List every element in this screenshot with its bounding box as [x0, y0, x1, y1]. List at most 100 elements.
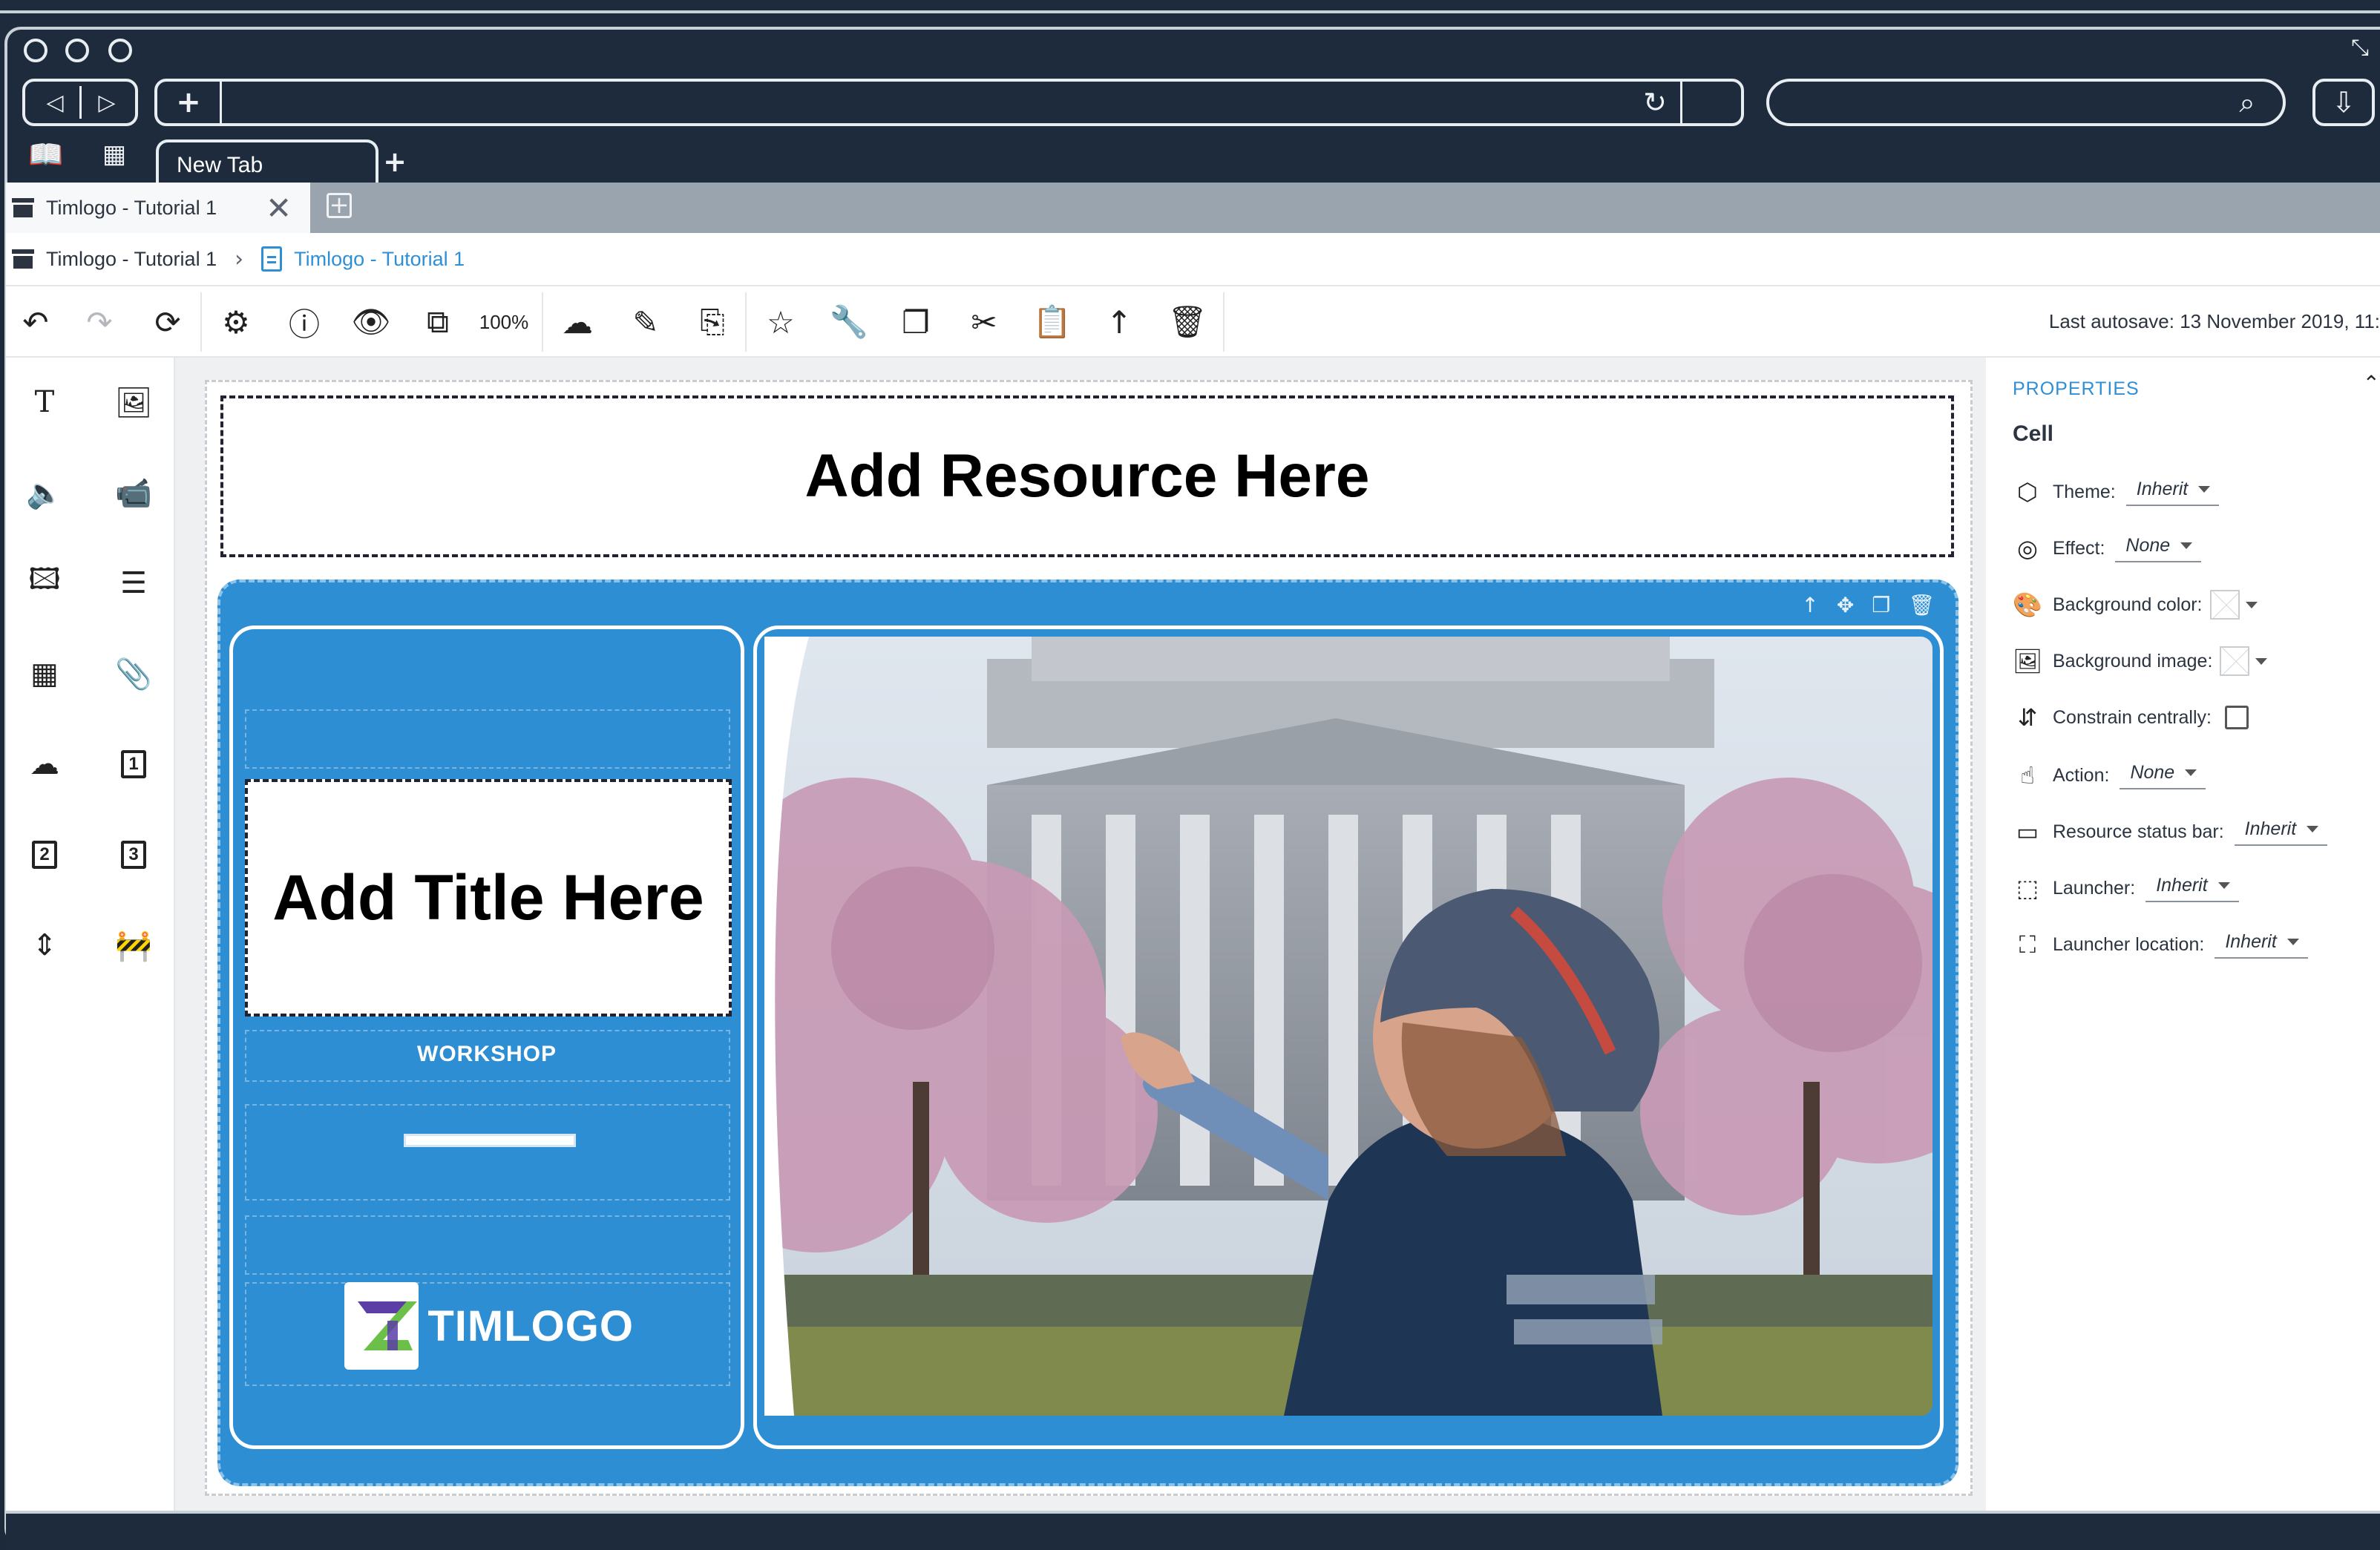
browser-tab-new-tab[interactable]: New Tab	[156, 139, 378, 183]
undo-icon[interactable]: ↶	[6, 286, 65, 358]
launcher-location-select[interactable]: Inherit	[2215, 931, 2308, 959]
attachment-widget-icon[interactable]: 📎	[110, 650, 157, 697]
theme-select[interactable]: Inherit	[2125, 479, 2220, 506]
address-bar[interactable]	[154, 79, 1744, 126]
toolbar-divider	[1223, 292, 1225, 352]
delete-trash-icon[interactable]: 🗑	[1158, 286, 1217, 358]
left-column[interactable]: Add Title Here WORKSHOP TIMLOGO	[229, 625, 744, 1449]
cube-icon: ⬡	[2017, 478, 2038, 506]
resource-status-bar-select[interactable]: Inherit	[2234, 818, 2328, 846]
layout-two-icon[interactable]: 2	[21, 831, 68, 879]
action-select[interactable]: None	[2120, 762, 2206, 789]
timlogo-logo[interactable]: TIMLOGO	[344, 1282, 634, 1370]
move-up-icon[interactable]: ↑	[1801, 593, 1818, 617]
right-column[interactable]	[753, 625, 1944, 1449]
theme-row: ⬡ Theme: Inherit	[2013, 473, 2220, 510]
child-pointing-photo	[764, 637, 1932, 1416]
launcher-select[interactable]: Inherit	[2145, 875, 2239, 902]
new-tab-plus-icon[interactable]: +	[159, 82, 218, 123]
timlogo-mark	[344, 1282, 419, 1370]
app-tab-timlogo[interactable]: Timlogo - Tutorial 1	[6, 183, 310, 233]
add-resource-dropzone[interactable]: Add Resource Here	[220, 395, 1954, 557]
add-title-label: Add Title Here	[272, 861, 704, 933]
edit-pencil-icon[interactable]: ✎	[616, 286, 675, 358]
fullscreen-icon[interactable]: ⤡	[2345, 33, 2375, 62]
text-widget-icon[interactable]: T	[21, 378, 68, 426]
list-widget-icon[interactable]: ☰	[110, 559, 157, 607]
window-close-button[interactable]	[24, 39, 47, 62]
settings-box-icon[interactable]: ⚙	[206, 286, 266, 358]
chevron-down-icon[interactable]	[2245, 601, 2258, 608]
star-icon[interactable]: ☆	[751, 286, 810, 358]
zoom-level[interactable]: 100%	[471, 286, 537, 358]
search-field[interactable]	[1766, 79, 2286, 126]
refresh-icon[interactable]: ⟳	[138, 286, 197, 358]
cell-controls: ↑ ✥ ❐ 🗑	[1801, 593, 1935, 617]
copy-icon[interactable]: ❐	[886, 286, 945, 358]
cloud-upload-icon[interactable]: ☁	[548, 286, 607, 358]
layout-pages-icon[interactable]: ⧉	[408, 286, 468, 358]
guide-box	[245, 1030, 730, 1082]
launcher-label: Launcher:	[2053, 877, 2136, 899]
editor-toolbar: ↶ ↷ ⟳ ⚙ ⓘ 👁 ⧉ 100% ☁ ✎ ⎘ ☆ 🔧 ❐ ✂ 📋 ↑ 🗑 L…	[6, 286, 2380, 358]
cloud-download-widget-icon[interactable]: ☁	[21, 740, 68, 788]
launcher-location-row: ⛶ Launcher location: Inherit	[2013, 926, 2308, 963]
spacer-widget-icon[interactable]: ⇕	[21, 922, 68, 969]
toolbar-divider	[542, 292, 543, 352]
wrench-icon[interactable]: 🔧	[819, 286, 879, 358]
window-zoom-button[interactable]	[108, 39, 132, 62]
image-icon: 🖼	[2012, 647, 2043, 675]
apps-grid-icon[interactable]: ▦	[92, 138, 137, 171]
paste-clipboard-icon[interactable]: 📋	[1023, 286, 1082, 358]
add-tab-icon[interactable]: +	[378, 145, 411, 178]
address-divider	[220, 82, 222, 123]
collapse-chevron-icon[interactable]: ⌃	[2363, 371, 2380, 395]
layout-one-icon[interactable]: 1	[110, 740, 157, 788]
cut-scissors-icon[interactable]: ✂	[954, 286, 1014, 358]
calculator-widget-icon[interactable]: ▦	[21, 650, 68, 697]
add-app-tab-icon[interactable]: +	[327, 193, 352, 218]
back-icon[interactable]: ◁	[33, 82, 77, 123]
action-row: ☝ Action: None	[2013, 757, 2206, 794]
effect-label: Effect:	[2053, 537, 2105, 559]
breadcrumb-current[interactable]: Timlogo - Tutorial 1	[294, 248, 465, 271]
layout-three-icon[interactable]: 3	[110, 831, 157, 879]
add-resource-label: Add Resource Here	[804, 442, 1370, 510]
drag-move-icon[interactable]: ✥	[1837, 593, 1854, 617]
export-icon[interactable]: ⎘	[683, 286, 742, 358]
info-icon[interactable]: ⓘ	[275, 286, 334, 358]
bookmarks-icon[interactable]: 📖	[24, 138, 68, 171]
video-widget-icon[interactable]: 📹	[110, 469, 157, 516]
divider-bar	[404, 1134, 576, 1147]
effect-select[interactable]: None	[2115, 535, 2202, 562]
add-title-dropzone[interactable]: Add Title Here	[245, 779, 732, 1017]
background-image-swatch[interactable]	[2220, 646, 2250, 676]
forward-icon[interactable]: ▷	[85, 82, 129, 123]
constrain-centrally-checkbox[interactable]	[2224, 706, 2249, 729]
audio-widget-icon[interactable]: 🔈	[21, 469, 68, 516]
window-minimize-button[interactable]	[65, 39, 89, 62]
reload-icon[interactable]: ↻	[1633, 82, 1677, 123]
status-bar-icon: ▭	[2016, 818, 2039, 846]
delete-icon[interactable]: 🗑	[1908, 593, 1935, 617]
image-widget-icon[interactable]: 🖼	[110, 378, 157, 426]
gallery-widget-icon[interactable]: 🖾	[21, 559, 68, 607]
duplicate-icon[interactable]: ❐	[1872, 593, 1890, 617]
barrier-widget-icon[interactable]: 🚧	[110, 922, 157, 969]
move-up-icon[interactable]: ↑	[1089, 286, 1149, 358]
breadcrumb-root[interactable]: Timlogo - Tutorial 1	[46, 248, 217, 271]
document-icon	[261, 246, 283, 272]
properties-panel: PROPERTIES ⌃ Cell ⬡ Theme: Inherit ◎ Eff…	[1986, 358, 2380, 1511]
preview-eye-icon[interactable]: 👁	[341, 286, 401, 358]
chevron-down-icon[interactable]	[2255, 657, 2268, 665]
redo-icon[interactable]: ↷	[70, 286, 129, 358]
background-image-row: 🖼 Background image:	[2012, 643, 2268, 680]
guide-box	[245, 1215, 730, 1275]
close-tab-icon[interactable]: ✕	[266, 190, 292, 226]
search-icon[interactable]: ⌕	[2225, 82, 2269, 123]
background-color-label: Background color:	[2053, 594, 2203, 615]
widget-palette: T 🖼 🔈 📹 🖾 ☰ ▦ 📎 ☁ 1 2 3 ⇕ 🚧	[6, 358, 175, 1511]
effect-icon: ◎	[2017, 534, 2038, 562]
blue-cell[interactable]: ↑ ✥ ❐ 🗑 Add Title Here WORKSHOP TIMLOGO	[217, 579, 1958, 1486]
background-color-swatch[interactable]	[2209, 590, 2240, 620]
